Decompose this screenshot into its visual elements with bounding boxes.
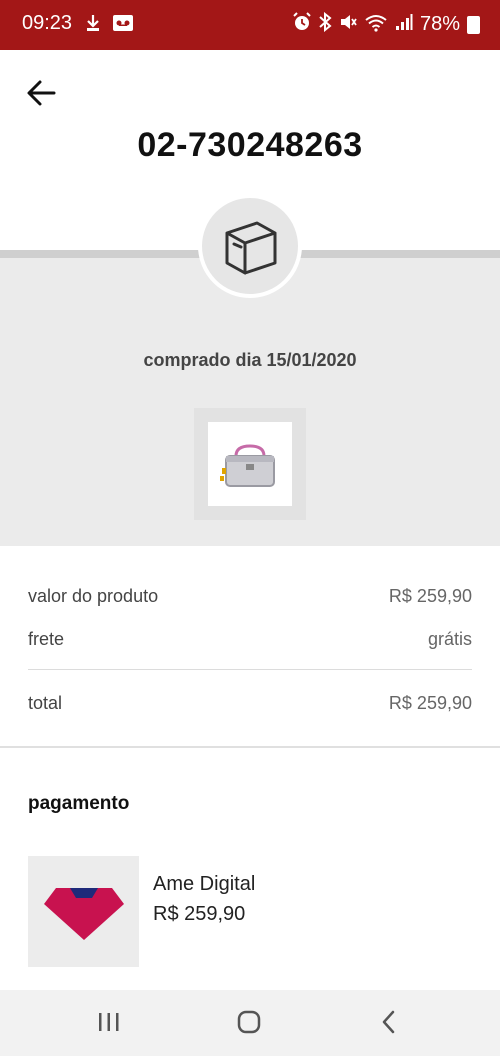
payment-title: pagamento (28, 793, 130, 814)
mute-icon (339, 12, 357, 37)
back-button[interactable] (20, 74, 62, 114)
battery-percent: 78% (419, 13, 460, 35)
payment-method-name: Ame Digital (153, 873, 256, 895)
package-badge (198, 194, 302, 298)
summary-label: frete (28, 629, 65, 649)
home-button[interactable] (219, 1002, 279, 1042)
recents-icon (99, 1013, 119, 1031)
summary-label: total (28, 693, 63, 713)
alarm-icon (293, 12, 311, 37)
summary-row-total: total R$ 259,90 (28, 693, 472, 714)
status-bar: 09:23 78% (0, 0, 500, 50)
system-back-button[interactable] (359, 1002, 419, 1042)
voicemail-icon (112, 13, 134, 38)
summary-label: valor do produto (28, 586, 159, 606)
payment-amount: R$ 259,90 (153, 903, 246, 925)
summary-value: R$ 259,90 (388, 693, 472, 713)
chevron-left-icon (382, 1010, 395, 1034)
signal-icon (395, 12, 413, 37)
home-icon (237, 1010, 261, 1034)
download-icon (84, 13, 102, 38)
status-right-icons: 78% (293, 11, 480, 37)
case-image (220, 444, 275, 487)
recent-apps-button[interactable] (79, 1002, 139, 1042)
summary-value: grátis (427, 629, 472, 649)
bluetooth-icon (318, 11, 332, 37)
payment-logo (28, 856, 139, 967)
product-image (208, 422, 292, 506)
system-nav-bar (0, 990, 500, 1056)
summary-row-product: valor do produto R$ 259,90 (28, 586, 472, 607)
summary-value: R$ 259,90 (388, 586, 472, 606)
ame-digital-logo (43, 887, 124, 940)
summary-row-shipping: frete grátis (28, 629, 472, 650)
status-left-icons (84, 13, 134, 38)
status-time: 09:23 (22, 12, 73, 34)
purchase-date: comprado dia 15/01/2020 (143, 350, 357, 370)
product-thumbnail[interactable] (194, 408, 306, 520)
arrow-left-icon (27, 80, 56, 106)
section-divider (0, 746, 500, 748)
order-number: 02-730248263 (137, 126, 363, 164)
wifi-icon (364, 12, 388, 37)
summary-divider (28, 669, 472, 670)
package-icon (225, 221, 277, 275)
battery-icon (467, 15, 480, 34)
